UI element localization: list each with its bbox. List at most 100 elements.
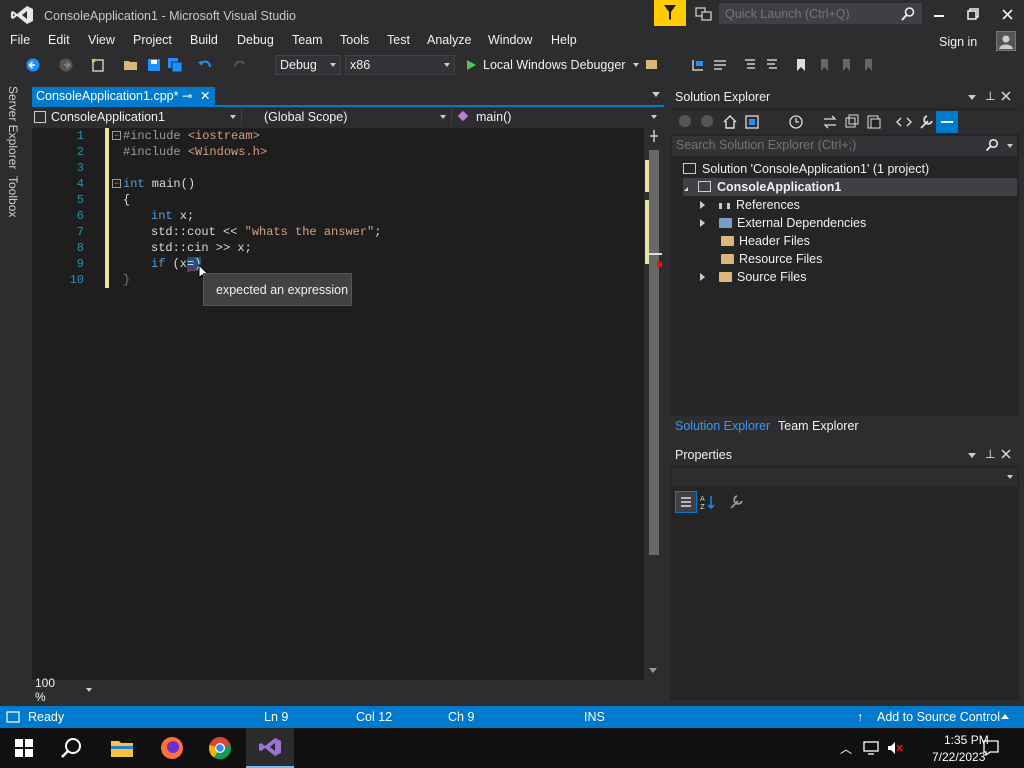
tab-team-explorer[interactable]: Team Explorer [778, 419, 859, 433]
feedback-icon[interactable] [694, 5, 714, 23]
switch-views-icon[interactable] [744, 114, 760, 130]
home-icon[interactable] [722, 114, 738, 130]
tree-item-header-files[interactable]: Header Files [721, 232, 810, 250]
collapse-region-icon[interactable]: − [112, 131, 121, 140]
server-explorer-tab[interactable]: Server Explorer [6, 86, 20, 169]
quick-launch-box[interactable] [719, 3, 922, 24]
alphabetical-sort-icon[interactable]: AZ [699, 494, 717, 510]
step-icon[interactable] [690, 57, 706, 73]
scroll-down-icon[interactable] [649, 668, 657, 673]
menu-help[interactable]: Help [551, 33, 577, 47]
scope-navigation-select[interactable]: (Global Scope) [244, 108, 452, 126]
solution-platform-select[interactable]: x86 [345, 55, 455, 75]
solution-search-box[interactable] [672, 136, 1017, 156]
project-navigation-select[interactable]: ConsoleApplication1 [34, 108, 242, 126]
quick-launch-input[interactable] [720, 4, 895, 23]
scrollbar-thumb[interactable] [649, 150, 659, 555]
tree-item-references[interactable]: References [700, 196, 800, 214]
start-button[interactable] [0, 728, 48, 768]
back-icon[interactable] [678, 114, 692, 128]
pin-panel-icon[interactable]: ⊥ [985, 447, 995, 461]
document-tab[interactable]: ConsoleApplication1.cpp* ⊸ ✕ [32, 87, 215, 106]
chrome-button[interactable] [196, 728, 244, 768]
tree-project[interactable]: ConsoleApplication1 [683, 178, 1017, 196]
open-file-icon[interactable] [123, 57, 139, 73]
menu-debug[interactable]: Debug [237, 33, 274, 47]
menu-view[interactable]: View [88, 33, 115, 47]
chevron-down-icon[interactable] [1007, 144, 1013, 148]
prev-bookmark-icon[interactable] [816, 57, 832, 73]
network-icon[interactable] [862, 740, 880, 756]
panel-options-icon[interactable] [968, 95, 976, 100]
close-window-button[interactable] [990, 0, 1024, 28]
tree-item-source-files[interactable]: Source Files [700, 268, 806, 286]
menu-tools[interactable]: Tools [340, 33, 369, 47]
close-panel-icon[interactable] [1001, 91, 1011, 101]
clock-date[interactable]: 7/22/2023 [932, 750, 985, 764]
volume-muted-icon[interactable] [886, 740, 904, 756]
properties-object-select[interactable] [672, 468, 1017, 486]
show-all-files-icon[interactable] [866, 114, 882, 130]
split-editor-icon[interactable] [647, 129, 661, 143]
toolbox-tab[interactable]: Toolbox [6, 176, 20, 217]
sign-in-link[interactable]: Sign in [939, 35, 977, 49]
categorized-button[interactable] [675, 491, 697, 513]
navigate-back-icon[interactable] [25, 57, 41, 73]
chevron-up-icon[interactable] [1001, 714, 1009, 719]
notification-center-icon[interactable] [982, 739, 1000, 757]
sync-with-document-icon[interactable] [822, 114, 838, 130]
collapse-all-icon[interactable] [844, 114, 860, 130]
save-icon[interactable] [146, 57, 162, 73]
add-to-source-control-button[interactable]: Add to Source Control [877, 710, 1000, 724]
tab-overflow-icon[interactable] [652, 92, 660, 97]
start-debugging-button[interactable]: Local Windows Debugger [464, 56, 640, 74]
forward-icon[interactable] [700, 114, 714, 128]
close-panel-icon[interactable] [1001, 449, 1011, 459]
solution-search-input[interactable] [672, 136, 972, 154]
visual-studio-taskbar-button[interactable] [246, 728, 294, 768]
zoom-level-select[interactable]: 100 % [32, 676, 92, 704]
show-hidden-icons-icon[interactable]: ︿ [840, 740, 852, 757]
browse-icon[interactable] [644, 57, 660, 73]
next-bookmark-icon[interactable] [838, 57, 854, 73]
firefox-button[interactable] [148, 728, 196, 768]
account-avatar[interactable] [996, 31, 1016, 51]
navigate-forward-icon[interactable] [58, 57, 74, 73]
menu-window[interactable]: Window [488, 33, 532, 47]
collapse-region-icon[interactable]: − [112, 179, 121, 188]
menu-edit[interactable]: Edit [48, 33, 70, 47]
restore-button[interactable] [956, 0, 990, 28]
save-all-icon[interactable] [167, 57, 183, 73]
notifications-flag-button[interactable] [654, 0, 686, 26]
tab-solution-explorer[interactable]: Solution Explorer [675, 419, 770, 433]
code-editor[interactable] [32, 128, 644, 680]
tree-solution[interactable]: Solution 'ConsoleApplication1' (1 projec… [683, 160, 929, 178]
menu-analyze[interactable]: Analyze [427, 33, 471, 47]
tree-item-resource-files[interactable]: Resource Files [721, 250, 822, 268]
menu-team[interactable]: Team [292, 33, 323, 47]
close-tab-icon[interactable]: ✕ [200, 87, 210, 105]
undo-icon[interactable] [197, 57, 213, 73]
menu-project[interactable]: Project [133, 33, 172, 47]
pin-icon[interactable]: ⊸ [182, 87, 192, 105]
menu-test[interactable]: Test [387, 33, 410, 47]
taskbar-search-button[interactable] [48, 728, 96, 768]
preview-selected-button[interactable] [936, 111, 958, 133]
new-project-icon[interactable] [90, 57, 106, 73]
output-window-icon[interactable] [6, 711, 20, 723]
view-code-icon[interactable] [896, 114, 912, 130]
member-navigation-select[interactable]: main() [454, 108, 662, 126]
clear-bookmarks-icon[interactable] [860, 57, 876, 73]
minimize-button[interactable] [922, 0, 956, 28]
property-pages-icon[interactable] [728, 494, 744, 510]
solution-configuration-select[interactable]: Debug [275, 55, 341, 75]
file-explorer-button[interactable] [98, 728, 146, 768]
menu-file[interactable]: File [10, 33, 30, 47]
bookmark-tool-icon[interactable] [712, 57, 728, 73]
comment-lines-icon[interactable] [742, 57, 758, 73]
menu-build[interactable]: Build [190, 33, 218, 47]
uncomment-lines-icon[interactable] [764, 57, 780, 73]
horizontal-scrollbar[interactable] [96, 682, 642, 698]
pin-panel-icon[interactable]: ⊥ [985, 89, 995, 103]
redo-icon[interactable] [232, 57, 248, 73]
